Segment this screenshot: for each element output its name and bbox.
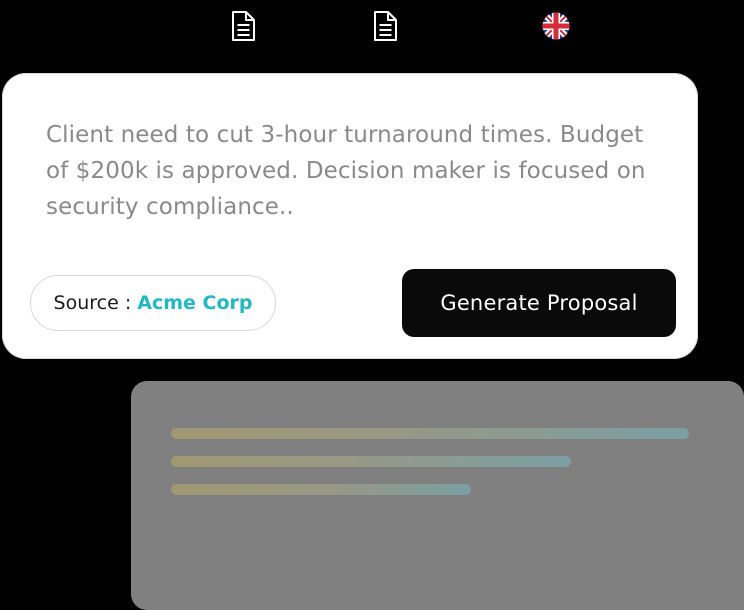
skeleton-line — [171, 484, 471, 495]
proposal-preview-panel — [131, 381, 744, 610]
source-label: Source : — [53, 292, 132, 314]
source-chip[interactable]: Source : Acme Corp — [30, 275, 276, 331]
generate-proposal-button[interactable]: Generate Proposal — [402, 269, 676, 337]
source-value: Acme Corp — [137, 292, 253, 314]
document-icon[interactable] — [370, 9, 400, 43]
uk-flag-icon[interactable] — [541, 11, 571, 41]
skeleton-line — [171, 456, 571, 467]
prompt-card: Client need to cut 3-hour turnaround tim… — [2, 73, 698, 359]
skeleton-line — [171, 428, 689, 439]
client-notes-text: Client need to cut 3-hour turnaround tim… — [46, 122, 646, 220]
document-icon[interactable] — [228, 9, 258, 43]
